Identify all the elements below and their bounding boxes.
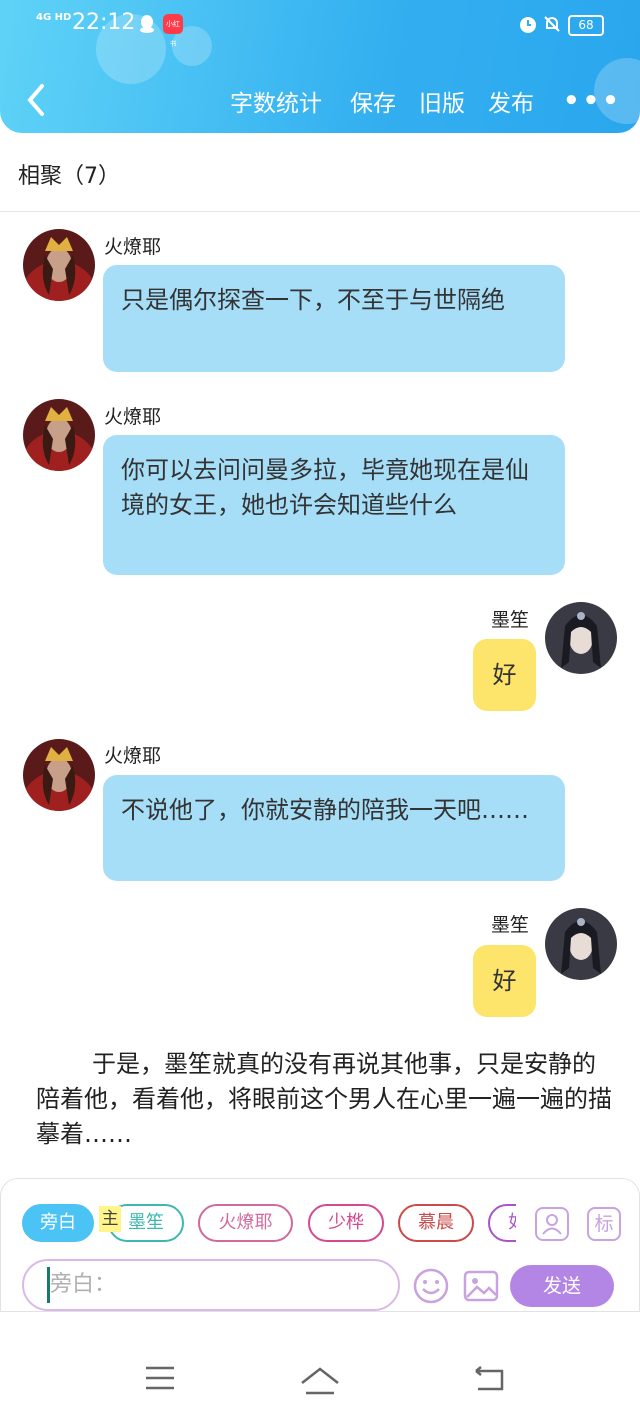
sender-name: 墨笙 <box>491 914 530 936</box>
more-menu-button[interactable]: ••• <box>563 86 622 116</box>
message-bubble[interactable]: 你可以去问问曼多拉，毕竟她现在是仙境的女王，她也许会知道些什么 <box>103 435 565 575</box>
message-bubble[interactable]: 好 <box>473 639 536 711</box>
avatar-mosheng[interactable] <box>545 908 617 980</box>
message-bubble[interactable]: 好 <box>473 945 536 1017</box>
battery-indicator: 68 <box>568 15 604 36</box>
message-bubble[interactable]: 不说他了，你就安静的陪我一天吧…… <box>103 775 565 881</box>
role-chip-muchen[interactable]: 慕晨 <box>398 1204 474 1242</box>
qq-icon <box>140 15 154 33</box>
divider <box>0 211 640 212</box>
message-bubble[interactable]: 只是偶尔探查一下，不至于与世隔绝 <box>103 265 565 372</box>
role-chip-huoliaoye[interactable]: 火燎耶 <box>198 1204 293 1242</box>
tag-button[interactable]: 标 <box>587 1207 621 1241</box>
publish-button[interactable]: 发布 <box>488 84 534 118</box>
sender-name: 墨笙 <box>491 609 530 631</box>
avatar-huoliaoye[interactable] <box>23 229 95 301</box>
sender-name: 火燎耶 <box>104 236 162 258</box>
back-arrow-icon[interactable] <box>20 80 56 120</box>
sender-name: 火燎耶 <box>104 406 162 428</box>
mute-bell-icon <box>544 16 560 32</box>
chapter-title[interactable]: 相聚（7） <box>18 158 120 190</box>
role-chip-shaohua[interactable]: 少桦 <box>308 1204 384 1242</box>
role-chip-clip: 如 <box>488 1204 516 1242</box>
message-input[interactable]: 旁白： <box>22 1259 400 1311</box>
status-bar: 4G HD 22:12 小红书 68 <box>0 0 640 50</box>
role-chip-ru[interactable]: 如 <box>488 1204 516 1242</box>
avatar-mosheng[interactable] <box>545 602 617 674</box>
app-badge: 小红书 <box>163 14 183 48</box>
home-icon[interactable] <box>298 1365 342 1397</box>
word-count-button[interactable]: 字数统计 <box>230 84 322 118</box>
network-indicator: 4G HD <box>36 12 72 23</box>
old-version-button[interactable]: 旧版 <box>419 84 465 118</box>
sender-name: 火燎耶 <box>104 745 162 767</box>
toolbar: 字数统计 保存 旧版 发布 ••• <box>0 78 640 124</box>
main-role-tag: 主 <box>99 1206 121 1232</box>
image-icon[interactable] <box>462 1267 500 1305</box>
clock: 22:12 <box>72 10 136 35</box>
app-header: 4G HD 22:12 小红书 68 字数统计 保存 旧版 发布 ••• <box>0 0 640 133</box>
send-button[interactable]: 发送 <box>510 1265 614 1307</box>
save-button[interactable]: 保存 <box>350 84 396 118</box>
emoji-icon[interactable] <box>412 1267 450 1305</box>
back-icon[interactable] <box>472 1365 506 1393</box>
role-manage-icon[interactable] <box>535 1207 569 1241</box>
narration-text[interactable]: 于是，墨笙就真的没有再说其他事，只是安静的陪着他，看着他，将眼前这个男人在心里一… <box>36 1047 616 1152</box>
alarm-icon <box>520 17 536 33</box>
avatar-huoliaoye[interactable] <box>23 739 95 811</box>
text-caret <box>47 1267 50 1303</box>
menu-icon[interactable] <box>144 1365 176 1391</box>
role-chip-narrator[interactable]: 旁白 <box>22 1204 94 1242</box>
avatar-huoliaoye[interactable] <box>23 399 95 471</box>
